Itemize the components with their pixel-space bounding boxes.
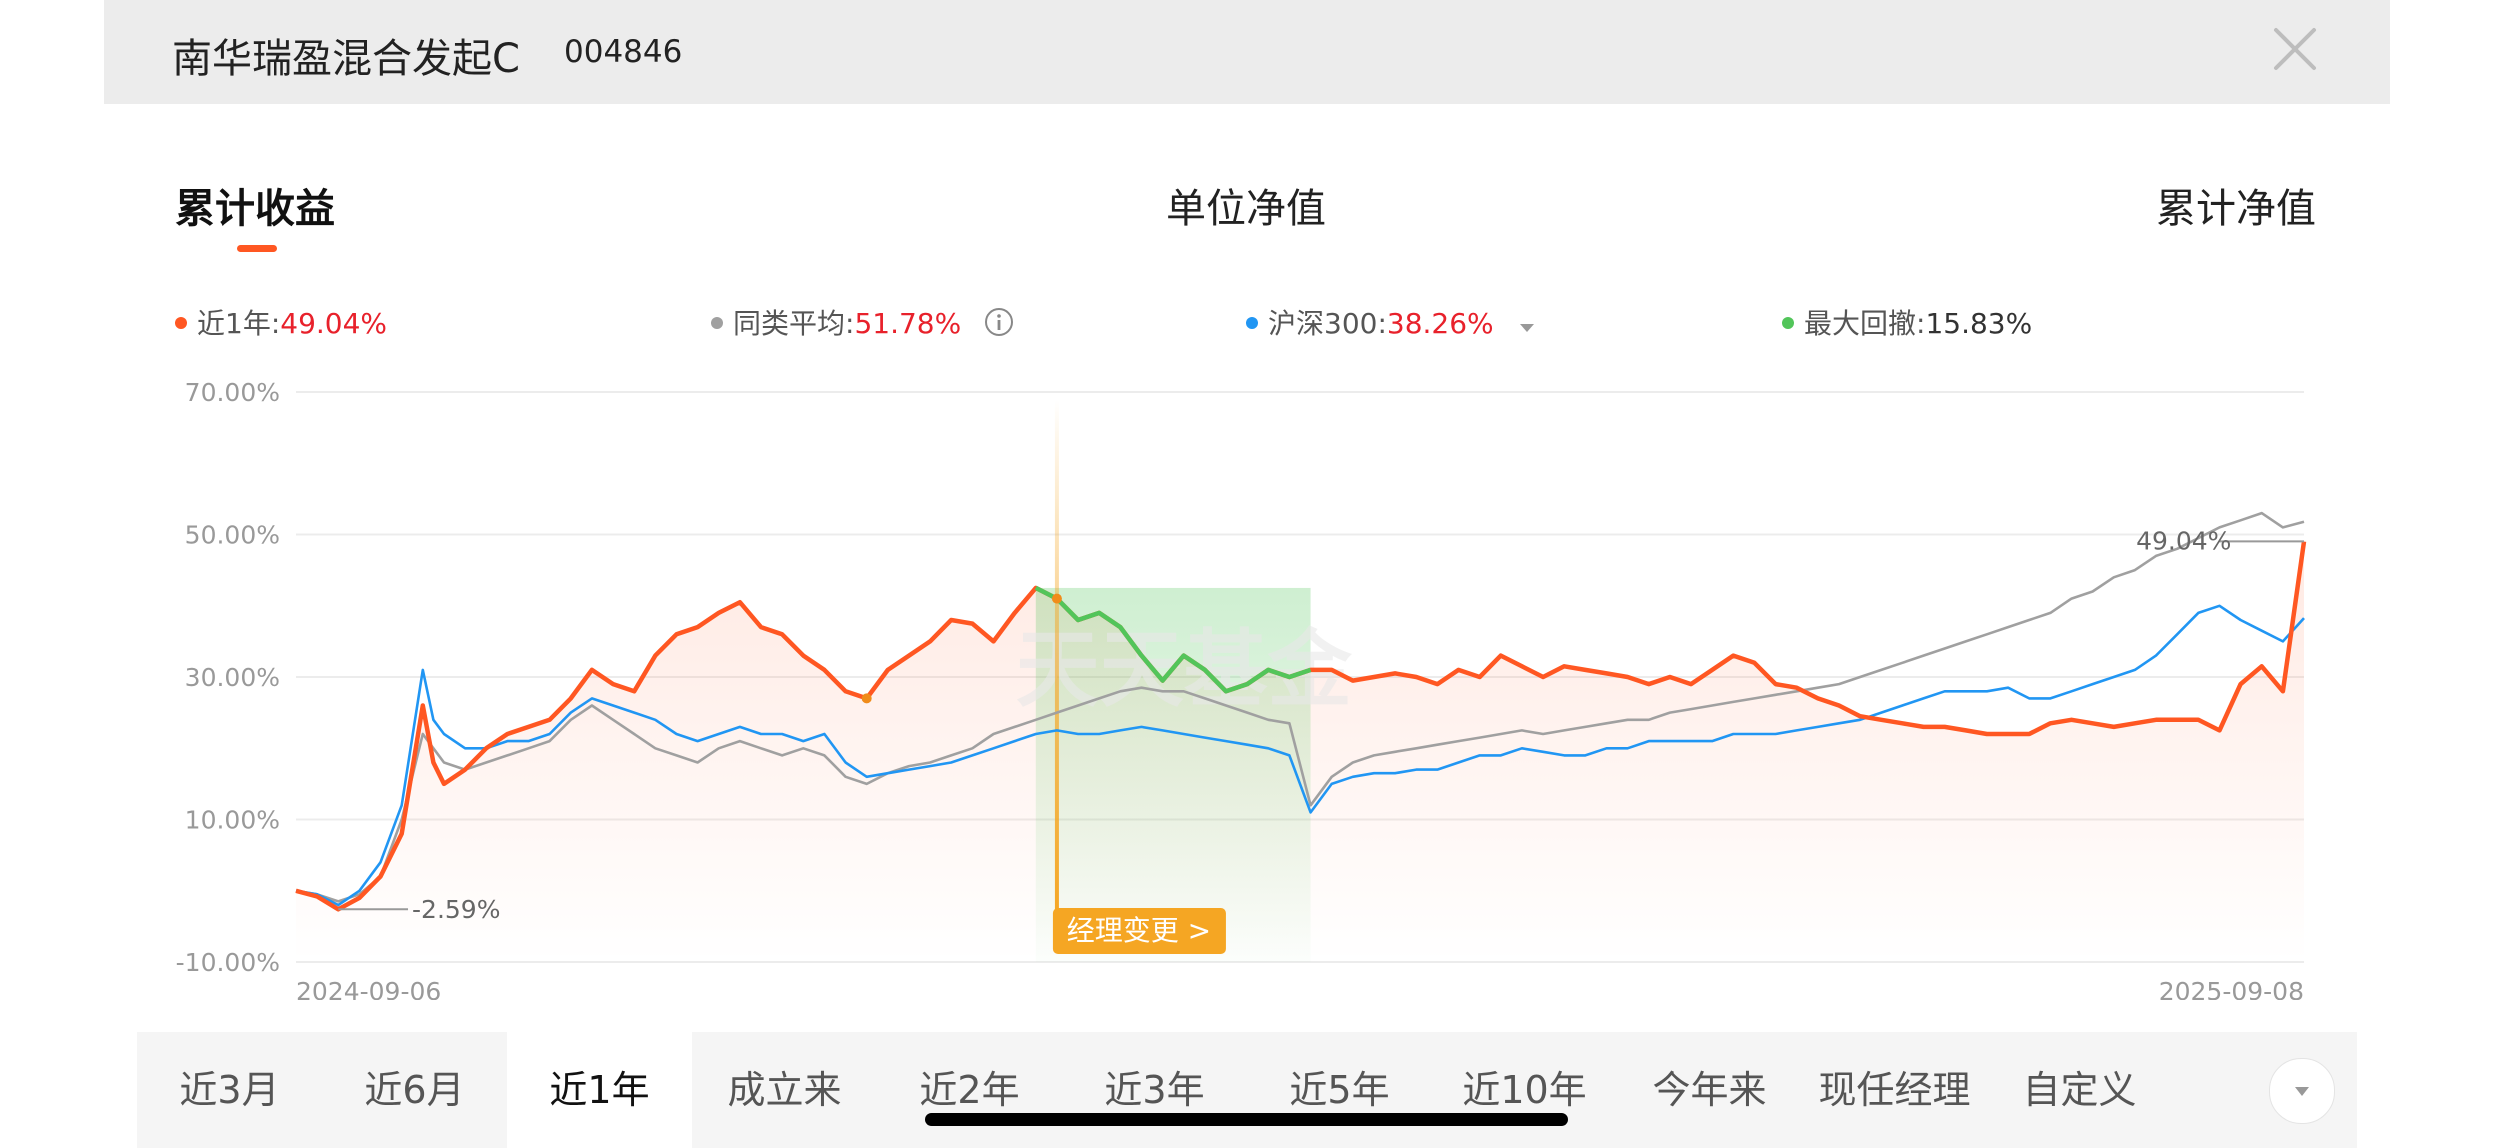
legend-value: 38.26% xyxy=(1386,307,1494,340)
home-indicator xyxy=(925,1113,1568,1126)
legend-label: 最大回撤: xyxy=(1804,307,1926,340)
watermark: 天天基金 xyxy=(1016,620,1353,718)
legend-label: 同类平均: xyxy=(733,307,855,340)
manager-change-label[interactable]: 经理变更 > xyxy=(1067,914,1211,947)
legend-dot-orange xyxy=(175,317,187,329)
y-tick-label: 10.00% xyxy=(185,806,280,835)
range-tab[interactable]: 自定义 xyxy=(1987,1032,2172,1148)
fund-name: 南华瑞盈混合发起C xyxy=(172,36,520,82)
caret-down-icon[interactable] xyxy=(1517,317,1537,337)
range-tab[interactable]: 今年来 xyxy=(1617,1032,1802,1148)
y-tick-label: -10.00% xyxy=(176,948,280,977)
close-icon[interactable] xyxy=(2272,26,2318,72)
active-tab-indicator xyxy=(237,245,277,252)
legend-value: 51.78% xyxy=(854,307,962,340)
y-tick-label: 70.00% xyxy=(185,378,280,407)
range-tab[interactable]: 近2年 xyxy=(877,1032,1062,1148)
range-tab[interactable]: 近5年 xyxy=(1247,1032,1432,1148)
event-marker[interactable] xyxy=(1051,593,1062,604)
range-tab[interactable]: 近10年 xyxy=(1432,1032,1617,1148)
tab-cumulative-return[interactable]: 累计收益 xyxy=(175,176,335,234)
y-tick-label: 30.00% xyxy=(185,663,280,692)
x-tick-label: 2025-09-08 xyxy=(2159,977,2304,1000)
legend-label: 近1年: xyxy=(197,307,281,340)
range-tab[interactable]: 现任经理 xyxy=(1802,1032,1987,1148)
legend-max-drawdown: 最大回撤:15.83% xyxy=(1782,302,2032,342)
range-tab[interactable]: 近6月 xyxy=(322,1032,507,1148)
x-tick-label: 2024-09-06 xyxy=(296,977,441,1000)
range-tab[interactable]: 近3年 xyxy=(1062,1032,1247,1148)
legend-dot-blue xyxy=(1246,317,1258,329)
legend-fund-return: 近1年:49.04% xyxy=(175,302,387,342)
end-value-label: 49.04% xyxy=(2136,526,2231,555)
tab-unit-nav[interactable]: 单位净值 xyxy=(1166,176,1326,234)
legend-category-average: 同类平均:51.78% xyxy=(711,302,1014,342)
event-marker[interactable] xyxy=(861,693,872,704)
tab-cumulative-nav[interactable]: 累计净值 xyxy=(2156,176,2316,234)
more-ranges-button[interactable] xyxy=(2269,1058,2335,1124)
range-tab[interactable]: 近1年 xyxy=(507,1032,692,1148)
header-bar: 南华瑞盈混合发起C 004846 xyxy=(104,0,2390,104)
legend-label: 沪深300: xyxy=(1268,307,1387,340)
legend-dot-green xyxy=(1782,317,1794,329)
info-icon[interactable] xyxy=(984,307,1014,337)
chevron-down-icon xyxy=(2295,1087,2309,1096)
range-tab[interactable]: 近3月 xyxy=(137,1032,322,1148)
range-selector: 近3月 近6月 近1年 成立来 近2年 近3年 近5年 近10年 今年来 现任经理 自定义 xyxy=(137,1032,2357,1148)
range-tab[interactable]: 成立来 xyxy=(692,1032,877,1148)
legend-value: 49.04% xyxy=(280,307,388,340)
legend-dot-gray xyxy=(711,317,723,329)
manager-change-line xyxy=(1054,400,1059,920)
start-value-label: -2.59% xyxy=(412,895,500,924)
legend-csi300[interactable]: 沪深300:38.26% xyxy=(1246,302,1537,342)
y-tick-label: 50.00% xyxy=(185,521,280,550)
legend-value: 15.83% xyxy=(1925,307,2033,340)
return-chart[interactable]: 70.00% 50.00% 30.00% 10.00% -10.00% 2024-09-0… xyxy=(0,360,2493,1000)
fund-code: 004846 xyxy=(564,34,683,70)
